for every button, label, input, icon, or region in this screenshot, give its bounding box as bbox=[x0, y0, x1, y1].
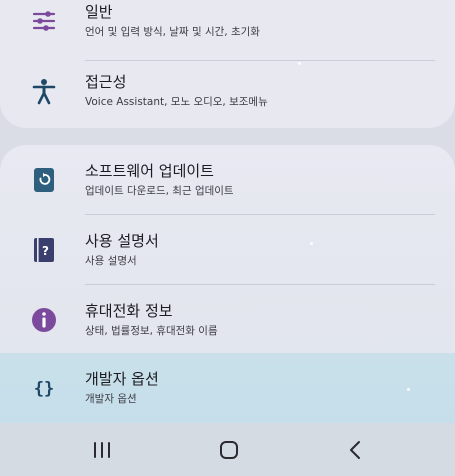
settings-item-subtitle: Voice Assistant, 모노 오디오, 보조메뉴 bbox=[85, 96, 268, 108]
settings-item-subtitle: 개발자 옵션 bbox=[85, 393, 137, 405]
settings-item-title: 접근성 bbox=[85, 73, 127, 91]
sparkle-decoration bbox=[407, 388, 410, 391]
sliders-icon bbox=[29, 6, 59, 36]
home-icon[interactable] bbox=[215, 436, 243, 464]
user-manual-icon: ? bbox=[29, 235, 59, 265]
settings-item-user-manual[interactable]: ? 사용 설명서 사용 설명서 bbox=[0, 215, 455, 285]
info-icon bbox=[29, 305, 59, 335]
settings-item-subtitle: 언어 및 입력 방식, 날짜 및 시간, 초기화 bbox=[85, 26, 260, 38]
settings-item-subtitle: 상태, 법률정보, 휴대전화 이름 bbox=[85, 325, 218, 337]
software-update-icon bbox=[29, 165, 59, 195]
svg-text:{}: {} bbox=[34, 379, 54, 399]
settings-item-software-update[interactable]: 소프트웨어 업데이트 업데이트 다운로드, 최근 업데이트 bbox=[0, 145, 455, 215]
settings-group-top: 일반 언어 및 입력 방식, 날짜 및 시간, 초기화 접근성 Voice As… bbox=[0, 0, 455, 128]
settings-item-general[interactable]: 일반 언어 및 입력 방식, 날짜 및 시간, 초기화 bbox=[0, 0, 455, 56]
back-icon[interactable] bbox=[342, 436, 370, 464]
settings-item-subtitle: 사용 설명서 bbox=[85, 255, 137, 267]
settings-item-title: 소프트웨어 업데이트 bbox=[85, 162, 214, 180]
developer-options-icon: {} bbox=[29, 373, 59, 403]
settings-item-subtitle: 업데이트 다운로드, 최근 업데이트 bbox=[85, 185, 234, 197]
settings-item-accessibility[interactable]: 접근성 Voice Assistant, 모노 오디오, 보조메뉴 bbox=[0, 56, 455, 126]
settings-item-phone-info[interactable]: 휴대전화 정보 상태, 법률정보, 휴대전화 이름 bbox=[0, 285, 455, 355]
settings-item-title: 사용 설명서 bbox=[85, 232, 159, 250]
settings-item-title: 개발자 옵션 bbox=[85, 370, 159, 388]
sparkle-decoration bbox=[310, 242, 313, 245]
settings-item-title: 일반 bbox=[85, 3, 113, 21]
settings-group-bottom: 소프트웨어 업데이트 업데이트 다운로드, 최근 업데이트 ? 사용 설명서 사… bbox=[0, 145, 455, 423]
svg-text:?: ? bbox=[42, 244, 49, 258]
settings-item-title: 휴대전화 정보 bbox=[85, 302, 173, 320]
navigation-bar bbox=[0, 423, 455, 476]
recents-icon[interactable] bbox=[88, 436, 116, 464]
settings-item-developer-options[interactable]: {} 개발자 옵션 개발자 옵션 bbox=[0, 353, 455, 423]
sparkle-decoration bbox=[298, 62, 301, 65]
accessibility-icon bbox=[29, 76, 59, 106]
